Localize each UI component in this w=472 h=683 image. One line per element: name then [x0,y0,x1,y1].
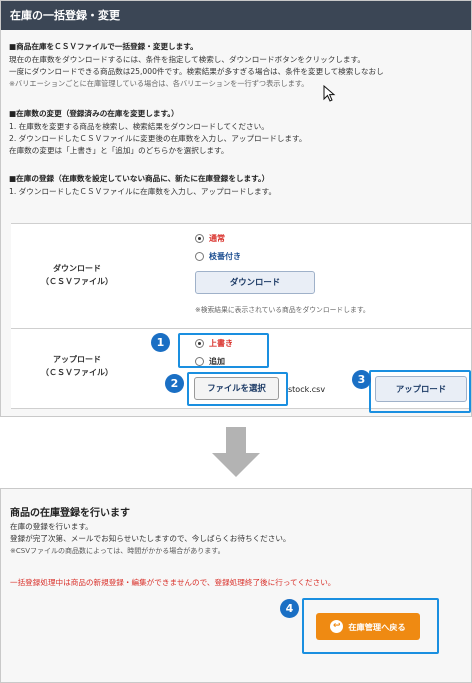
download-label-line2: （ＣＳＶファイル） [41,277,113,286]
step-badge-2: 2 [165,374,184,393]
row-divider [11,328,471,329]
result-text: 在庫の登録を行います。 登録が完了次第、メールでお知らせいたしますので、今しばら… [10,521,291,557]
download-note: ※検索結果に表示されている商品をダウンロードします。 [195,306,370,314]
step-badge-3: 3 [352,370,371,389]
section-change-line: 2. ダウンロードしたＣＳＶファイルに変更後の在庫数を入力し、アップロードします… [9,134,307,143]
upload-label-line2: （ＣＳＶファイル） [41,368,113,377]
highlight-box-choose-file [187,372,288,406]
highlight-box-upload [369,370,471,413]
download-row-label: ダウンロード （ＣＳＶファイル） [27,262,127,288]
result-title: 商品の在庫登録を行います [10,508,130,519]
stock-bulk-panel: 在庫の一括登録・変更 ■商品在庫をＣＳＶファイルで一括登録・変更します。 現在の… [0,0,472,417]
radio-download-normal[interactable]: 通常 [195,233,225,244]
download-button[interactable]: ダウンロード [195,271,315,294]
radio-button[interactable] [195,252,204,261]
radio-label-normal: 通常 [209,234,225,243]
section-bulk-line: 一度にダウンロードできる商品数は25,000件です。検索結果が多すぎる場合は、条… [9,67,384,76]
highlight-box-overwrite [178,333,269,368]
download-label-line1: ダウンロード [53,264,101,273]
section-register-line: 1. ダウンロードしたＣＳＶファイルに在庫数を入力し、アップロードします。 [9,187,277,196]
panel-header: 在庫の一括登録・変更 [1,1,471,30]
result-line: 在庫の登録を行います。 [10,522,93,531]
section-bulk-heading: ■商品在庫をＣＳＶファイルで一括登録・変更します。 [9,42,198,51]
upload-label-line1: アップロード [53,355,101,364]
section-register-heading: ■在庫の登録（在庫数を設定していない商品に、新たに在庫登録をします。） [9,174,270,183]
result-note: ※CSVファイルの商品数によっては、時間がかかる場合があります。 [10,547,225,555]
down-arrow-icon [212,427,260,477]
section-bulk: ■商品在庫をＣＳＶファイルで一括登録・変更します。 現在の在庫数をダウンロードす… [9,41,384,90]
section-change-heading: ■在庫数の変更（登録済みの在庫を変更します。） [9,109,179,118]
section-register: ■在庫の登録（在庫数を設定していない商品に、新たに在庫登録をします。） 1. ダ… [9,173,276,198]
result-panel: 商品の在庫登録を行います 在庫の登録を行います。 登録が完了次第、メールでお知ら… [0,488,472,683]
selected-filename: stock.csv [288,385,326,394]
step-badge-1: 1 [151,333,170,352]
section-change: ■在庫数の変更（登録済みの在庫を変更します。） 1. 在庫数を変更する商品を検索… [9,108,306,157]
upload-row-label: アップロード （ＣＳＶファイル） [27,353,127,379]
radio-label-branch: 枝番付き [209,252,241,261]
section-change-line: 在庫数の変更は「上書き」と「追加」のどちらかを選択します。 [9,146,229,155]
radio-button-selected[interactable] [195,234,204,243]
mouse-pointer-icon [323,85,336,102]
radio-download-branch[interactable]: 枝番付き [195,251,241,262]
highlight-box-back [302,598,439,654]
section-bulk-line: 現在の在庫数をダウンロードするには、条件を指定して検索し、ダウンロードボタンをク… [9,55,365,64]
section-change-line: 1. 在庫数を変更する商品を検索し、検索結果をダウンロードしてください。 [9,122,269,131]
step-badge-4: 4 [280,599,299,618]
result-line: 登録が完了次第、メールでお知らせいたしますので、今しばらくお待ちください。 [10,534,291,543]
result-warning: 一括登録処理中は商品の新規登録・編集ができませんので、登録処理終了後に行ってくだ… [10,578,336,587]
